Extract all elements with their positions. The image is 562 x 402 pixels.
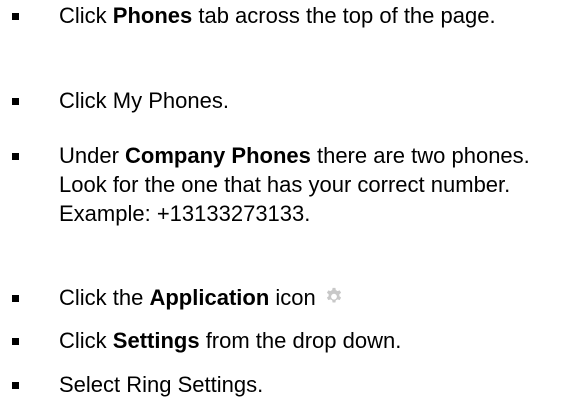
bullet-marker	[12, 153, 19, 160]
step-text: Click Settings from the drop down.	[59, 326, 559, 355]
step-text-pre: Under	[59, 143, 126, 168]
step-text-post: icon	[269, 285, 316, 310]
bullet-marker	[12, 338, 19, 345]
step-text-pre: Click the	[59, 285, 150, 310]
bullet-marker	[12, 98, 19, 105]
step-text-bold: Company Phones	[125, 143, 311, 168]
step-text-plain: Click My Phones.	[59, 88, 229, 113]
step-text-bold: Phones	[112, 3, 193, 28]
step-text: Click My Phones.	[59, 86, 559, 115]
bullet-marker	[12, 295, 19, 302]
step-text-post: from the drop down.	[199, 328, 402, 353]
step-text-pre: Click	[59, 3, 113, 28]
bullet-marker	[12, 13, 19, 20]
step-text-post: tab across the top of the page.	[192, 3, 496, 28]
step-text-pre: Click	[59, 328, 113, 353]
step-text: Under Company Phones there are two phone…	[59, 141, 559, 228]
step-text: Click the Application icon	[59, 283, 559, 312]
bullet-marker	[12, 382, 19, 389]
step-text-bold: Application	[149, 285, 270, 310]
step-text: Select Ring Settings.	[59, 370, 559, 399]
step-text-bold: Settings	[112, 328, 200, 353]
gear-icon	[326, 287, 341, 303]
step-text-plain: Select Ring Settings.	[59, 372, 264, 397]
step-text: Click Phones tab across the top of the p…	[59, 1, 559, 30]
